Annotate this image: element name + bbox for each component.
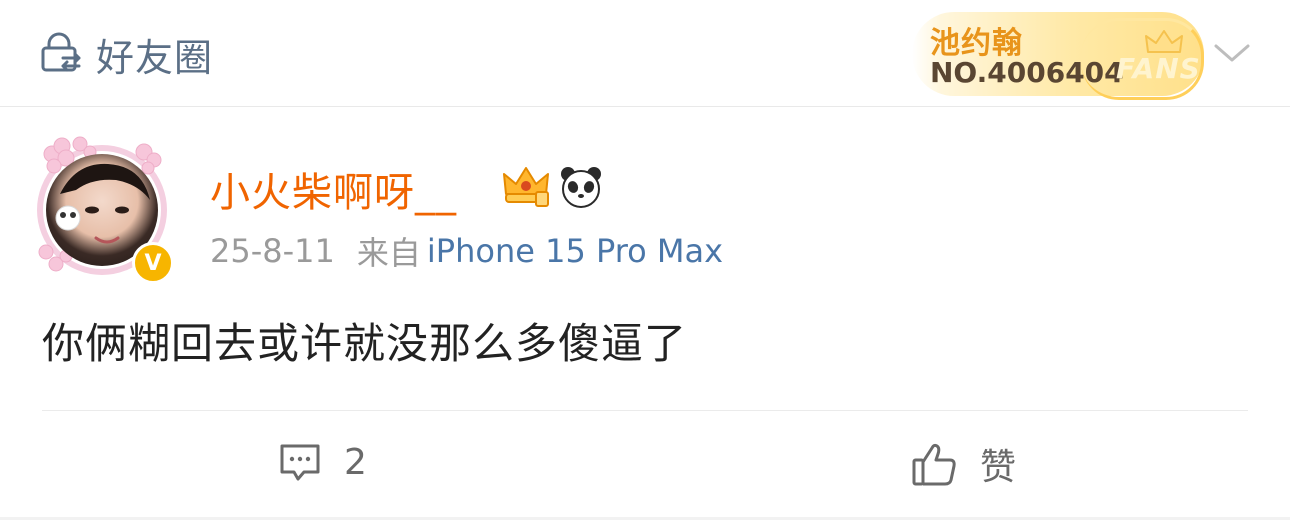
crown-icon xyxy=(1145,30,1183,53)
post-text: 你俩糊回去或许就没那么多傻逼了 xyxy=(42,319,688,368)
like-button[interactable]: 赞 xyxy=(910,438,1016,490)
comment-button[interactable]: 2 xyxy=(278,440,367,484)
comment-icon xyxy=(280,444,320,481)
post-date: 25-8-11 xyxy=(210,232,335,270)
comment-count: 2 xyxy=(344,441,367,483)
post-device-link[interactable]: iPhone 15 Pro Max xyxy=(427,232,723,270)
fans-badge-word: FANS xyxy=(1116,52,1201,85)
verified-badge-icon: V xyxy=(132,242,174,284)
fans-badge[interactable]: 池约翰 NO.4006404 FANS xyxy=(912,12,1204,100)
post-meta: 25-8-11 来自 iPhone 15 Pro Max xyxy=(210,228,723,274)
chevron-down-icon[interactable] xyxy=(1212,34,1252,74)
avatar[interactable]: V xyxy=(36,132,174,284)
content-divider xyxy=(42,410,1248,411)
crown-member-badge-icon[interactable] xyxy=(500,164,552,208)
post-username[interactable]: 小火柴啊呀__ xyxy=(210,160,457,218)
fans-badge-number: NO.4006404 xyxy=(930,56,1124,89)
header-divider xyxy=(0,106,1290,107)
friends-circle-tag[interactable]: 好友圈 xyxy=(38,28,213,80)
like-label: 赞 xyxy=(980,447,1017,488)
top-bar: 好友圈 池约翰 NO.4006404 FANS xyxy=(0,0,1290,106)
thumbs-up-icon xyxy=(912,443,956,486)
friends-lock-icon xyxy=(41,32,81,72)
post-source-prefix: 来自 xyxy=(356,234,421,272)
friends-circle-label: 好友圈 xyxy=(96,35,214,80)
panda-icon[interactable] xyxy=(558,164,604,210)
